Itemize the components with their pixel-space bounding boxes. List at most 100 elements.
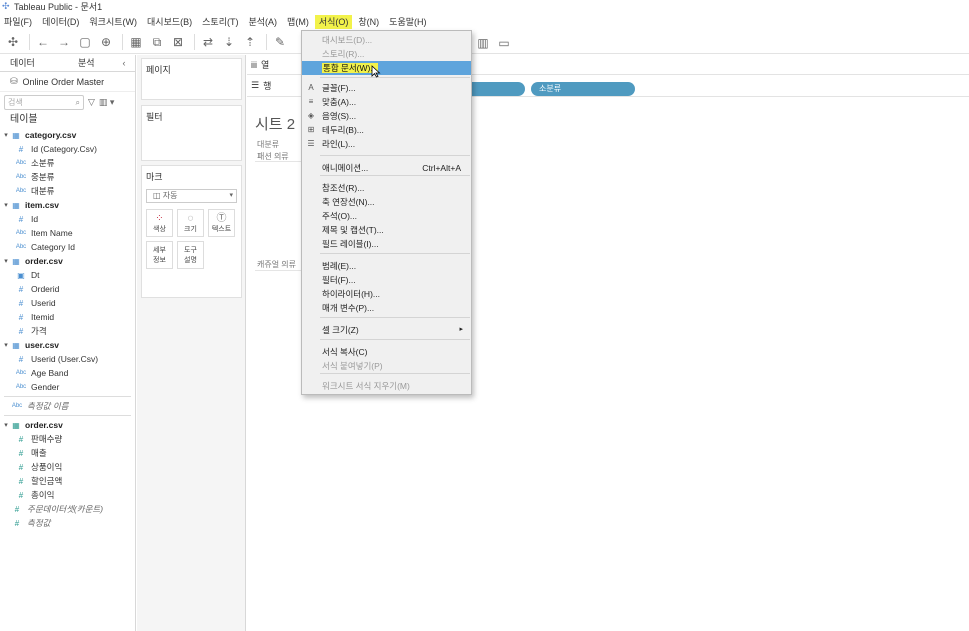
tree-field-row[interactable]: # 매출: [0, 446, 135, 460]
format-menu-item[interactable]: 통합 문서(W)...: [302, 61, 471, 75]
tree-field-row[interactable]: Abc 중분류: [0, 170, 135, 184]
format-menu-item[interactable]: 범례(E)...: [302, 259, 471, 273]
tab-analysis[interactable]: 분석: [56, 55, 114, 71]
new-worksheet-icon[interactable]: ▦: [127, 33, 145, 51]
tree-field-row[interactable]: # Orderid: [0, 282, 135, 296]
chevron-down-icon[interactable]: ▾: [2, 341, 10, 349]
tooltip-button[interactable]: 도구 설명: [177, 241, 204, 269]
tree-field-row[interactable]: # 측정값: [0, 516, 135, 530]
menu-file[interactable]: 파일(F): [0, 15, 36, 29]
menu-data[interactable]: 데이터(D): [38, 15, 83, 29]
menu-worksheet[interactable]: 워크시트(W): [85, 15, 141, 29]
sort-descending-icon[interactable]: ⇡: [241, 33, 259, 51]
tableau-home-icon[interactable]: ✣: [4, 33, 22, 51]
tree-field-row[interactable]: # 상품이익: [0, 460, 135, 474]
save-icon[interactable]: ▢: [76, 33, 94, 51]
format-menu-item[interactable]: 서식 복사(C): [302, 345, 471, 359]
tree-field-row[interactable]: # Userid: [0, 296, 135, 310]
undo-icon[interactable]: ←: [34, 33, 52, 51]
tree-field-row[interactable]: Abc Item Name: [0, 226, 135, 240]
mouse-cursor-icon: [371, 65, 381, 78]
number-type-icon: #: [18, 326, 24, 336]
format-menu-item[interactable]: 제목 및 캡션(T)...: [302, 223, 471, 237]
sort-ascending-icon[interactable]: ⇣: [220, 33, 238, 51]
format-menu-item[interactable]: 필드 레이블(I)...: [302, 237, 471, 251]
pages-card[interactable]: 페이지: [141, 58, 242, 100]
format-menu-item[interactable]: 축 연장선(N)...: [302, 195, 471, 209]
tree-field-row[interactable]: # 가격: [0, 324, 135, 338]
format-menu-item[interactable]: 주석(O)...: [302, 209, 471, 223]
tree-table-row[interactable]: ▾ ▦ item.csv: [0, 198, 135, 212]
format-menu-item[interactable]: A 글꼴(F)...: [302, 81, 471, 95]
filter-icon[interactable]: ▽: [88, 97, 95, 108]
chevron-down-icon[interactable]: ▾: [2, 257, 10, 265]
tree-field-row[interactable]: Abc Gender: [0, 380, 135, 394]
tree-table-row[interactable]: ▾ ▦ user.csv: [0, 338, 135, 352]
chevron-down-icon[interactable]: ▾: [2, 421, 10, 429]
tree-field-row[interactable]: # 판매수량: [0, 432, 135, 446]
measure-icon: #: [14, 504, 20, 514]
redo-icon[interactable]: →: [55, 33, 73, 51]
tree-table-row[interactable]: ▾ ▦ order.csv: [0, 254, 135, 268]
menu-map[interactable]: 맵(M): [283, 15, 313, 29]
menu-analysis[interactable]: 분석(A): [244, 15, 281, 29]
tree-field-row[interactable]: Abc 측정값 이름: [0, 399, 135, 413]
show-me-icon[interactable]: ▥: [474, 34, 492, 52]
format-menu-item[interactable]: 하이라이터(H)...: [302, 287, 471, 301]
tree-field-row[interactable]: # Itemid: [0, 310, 135, 324]
rows-pill-subcategory[interactable]: 소분류: [531, 82, 635, 96]
tree-table-row[interactable]: ▾ ▦ category.csv: [0, 128, 135, 142]
menu-window[interactable]: 창(N): [354, 15, 383, 29]
menu-item-label: 맞춤(A)...: [322, 97, 357, 107]
datasource-row[interactable]: ⛁ Online Order Master: [0, 72, 135, 92]
tab-data[interactable]: 데이터: [0, 55, 56, 71]
format-menu-item[interactable]: 필터(F)...: [302, 273, 471, 287]
tree-field-row[interactable]: # Userid (User.Csv): [0, 352, 135, 366]
presentation-icon[interactable]: ▭: [495, 34, 513, 52]
chevron-down-icon[interactable]: ▾: [2, 201, 10, 209]
tree-item-label: 측정값 이름: [27, 401, 69, 411]
mark-type-dropdown[interactable]: ◫ 자동 ▾: [146, 189, 237, 203]
tree-item-label: order.csv: [25, 420, 63, 430]
tree-field-row[interactable]: # 할인금액: [0, 474, 135, 488]
duplicate-sheet-icon[interactable]: ⧉: [148, 33, 166, 51]
tree-field-row[interactable]: Abc 대분류: [0, 184, 135, 198]
tree-field-row[interactable]: ▣ Dt: [0, 268, 135, 282]
tree-field-row[interactable]: # 주문데이터셋(카운트): [0, 502, 135, 516]
tooltip-label-2: 설명: [184, 257, 197, 264]
format-menu-item[interactable]: ⊞ 테두리(B)...: [302, 123, 471, 137]
format-menu-item[interactable]: 셀 크기(Z) ▸: [302, 323, 471, 337]
clear-sheet-icon[interactable]: ⊠: [169, 33, 187, 51]
collapse-pane-icon[interactable]: ‹: [114, 55, 134, 71]
format-menu-item[interactable]: ☰ 라인(L)...: [302, 137, 471, 151]
tree-table-row[interactable]: ▾ ▦ order.csv: [0, 418, 135, 432]
search-input[interactable]: 검색 ⌕: [4, 94, 84, 110]
format-menu-item[interactable]: 애니메이션... Ctrl+Alt+A: [302, 161, 471, 175]
filters-card[interactable]: 필터: [141, 105, 242, 161]
format-menu-item[interactable]: ≡ 맞춤(A)...: [302, 95, 471, 109]
size-button[interactable]: ◌ 크기: [177, 209, 204, 237]
format-menu-item[interactable]: ◈ 음영(S)...: [302, 109, 471, 123]
measure-icon: #: [18, 476, 24, 486]
chevron-down-icon[interactable]: ▾: [2, 131, 10, 139]
highlight-icon[interactable]: ✎: [271, 33, 289, 51]
menu-format[interactable]: 서식(O): [314, 15, 353, 29]
swap-icon[interactable]: ⇄: [199, 33, 217, 51]
tree-field-row[interactable]: # Id (Category.Csv): [0, 142, 135, 156]
format-menu-item[interactable]: 참조선(R)...: [302, 181, 471, 195]
tree-field-row[interactable]: Abc 소분류: [0, 156, 135, 170]
menu-dashboard[interactable]: 대시보드(B): [143, 15, 196, 29]
text-button[interactable]: Ⓣ 텍스트: [208, 209, 235, 237]
view-options-icon[interactable]: ▥ ▾: [99, 97, 115, 108]
menu-help[interactable]: 도움말(H): [385, 15, 430, 29]
color-button[interactable]: ⁘ 색상: [146, 209, 173, 237]
tree-field-row[interactable]: # Id: [0, 212, 135, 226]
tree-field-row[interactable]: Abc Category Id: [0, 240, 135, 254]
new-datasource-icon[interactable]: ⊕: [97, 33, 115, 51]
tree-field-row[interactable]: # 총이익: [0, 488, 135, 502]
detail-button[interactable]: 세부 정보: [146, 241, 173, 269]
tree-field-row[interactable]: Abc Age Band: [0, 366, 135, 380]
format-menu-item[interactable]: 매개 변수(P)...: [302, 301, 471, 315]
tree-item-label: 총이익: [31, 490, 55, 500]
menu-story[interactable]: 스토리(T): [198, 15, 242, 29]
